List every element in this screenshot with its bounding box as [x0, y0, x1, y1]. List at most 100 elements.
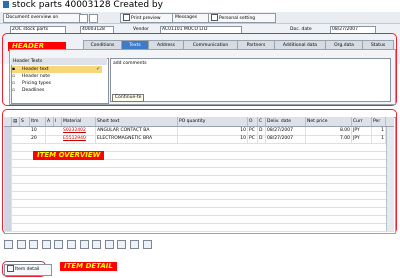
row-selector[interactable] — [4, 175, 12, 183]
row-selector[interactable] — [4, 135, 12, 143]
cell-short-text[interactable]: ELECTROMAGNETIC BRA — [96, 135, 178, 143]
other-po-icon[interactable] — [89, 14, 98, 23]
tab-communication-label: Communication — [192, 43, 229, 48]
items-table-body: 10 S0232402 ANGULAR CONTACT BA 10 PC D 0… — [4, 127, 394, 232]
items-table-header: ▤ S Itm A I Material Short text PO quant… — [4, 117, 394, 127]
sort-asc-icon[interactable] — [79, 240, 89, 249]
tab-partners-label: Partners — [246, 43, 266, 48]
print-preview-label: Print preview — [131, 16, 161, 21]
continue-text-label: Continue-te — [115, 95, 142, 100]
tree-item-header-text[interactable]: ▪ Header text ✔ — [12, 66, 102, 73]
cell-short-text[interactable]: ANGULAR CONTACT BA — [96, 127, 178, 135]
cell-material[interactable]: E5512940 — [62, 135, 96, 143]
cell-deliv-date[interactable]: 08/27/2007 — [266, 135, 306, 143]
row-selector[interactable] — [4, 159, 12, 167]
tab-org-data-label: Org.data — [334, 43, 354, 48]
cell-o[interactable]: PC — [248, 135, 258, 143]
col-curr[interactable]: Curr — [352, 117, 372, 126]
col-itm[interactable]: Itm — [30, 117, 46, 126]
tree-item-deadlines[interactable]: ▫ Deadlines — [12, 87, 102, 94]
col-deliv-date[interactable]: Deliv. date — [266, 117, 306, 126]
col-c[interactable]: C — [258, 117, 266, 126]
sum-icon[interactable] — [117, 240, 127, 249]
tree-item-deadlines-label: Deadlines — [22, 88, 45, 93]
check-icon: ✔ — [96, 67, 100, 72]
sort-desc-icon[interactable] — [92, 240, 102, 249]
cell-curr[interactable]: JPY — [352, 127, 372, 135]
layout-icon[interactable] — [129, 240, 139, 249]
messages-label: Messages — [175, 15, 198, 20]
row-selector[interactable] — [4, 191, 12, 199]
cell-c[interactable]: D — [258, 135, 266, 143]
vertical-scrollbar[interactable] — [386, 127, 394, 231]
tree-item-header-text-label: Header text — [22, 67, 49, 72]
row-selector[interactable] — [4, 143, 12, 151]
cell-po-quantity[interactable]: 10 — [178, 135, 248, 143]
export-icon[interactable] — [142, 240, 152, 249]
cell-per[interactable]: 1 — [372, 135, 386, 143]
detail-icon — [7, 265, 14, 272]
row-selector[interactable] — [4, 167, 12, 175]
tree-item-pricing-types[interactable]: ▫ Pricing types — [12, 80, 102, 87]
details-icon[interactable] — [4, 240, 13, 249]
row-selector[interactable] — [4, 199, 12, 207]
col-po-quantity[interactable]: PO quantity — [178, 117, 248, 126]
tree-item-pricing-types-label: Pricing types — [22, 81, 51, 86]
continue-text-button[interactable]: Continue-te — [112, 94, 145, 102]
row-selector[interactable] — [4, 215, 12, 223]
doc-date-value: 08/27/2007 — [332, 27, 358, 32]
messages-button[interactable]: Messages — [172, 13, 210, 23]
col-short-text[interactable]: Short text — [96, 117, 178, 126]
filter-icon[interactable] — [104, 240, 114, 249]
col-i[interactable]: I — [54, 117, 62, 126]
print-preview-button[interactable]: Print preview — [120, 13, 174, 23]
cell-po-quantity[interactable]: 10 — [178, 127, 248, 135]
cell-material[interactable]: S0232402 — [62, 127, 96, 135]
cell-net-price[interactable]: 7.00 — [306, 135, 352, 143]
personal-setting-label: Personal setting — [219, 16, 256, 21]
item-overview-annotation: ITEM OVERVIEW — [33, 151, 105, 160]
header-text-editor[interactable]: add comments — [110, 58, 391, 102]
cell-c[interactable]: D — [258, 127, 266, 135]
add-icon[interactable] — [16, 240, 26, 249]
row-selector[interactable] — [4, 223, 12, 231]
display-change-icon[interactable] — [79, 14, 88, 23]
app-icon — [3, 1, 9, 8]
deselect-icon[interactable] — [66, 240, 76, 249]
cell-itm[interactable]: 20 — [30, 135, 46, 143]
doc-date-label: Doc. date — [290, 27, 312, 32]
application-toolbar: Document overview on Print preview Messa… — [0, 12, 400, 24]
col-material[interactable]: Material — [62, 117, 96, 126]
window-title: stock parts 40003128 Created by — [3, 0, 163, 11]
personal-setting-button[interactable]: Personal setting — [208, 13, 276, 23]
row-selector[interactable] — [4, 151, 12, 159]
row-selector[interactable] — [4, 183, 12, 191]
tab-additional-data-label: Additional data — [282, 43, 318, 48]
select-all-cell[interactable] — [4, 117, 12, 126]
vendor-value: AC01101 MOCO LTD — [162, 27, 208, 32]
cell-deliv-date[interactable]: 08/27/2007 — [266, 127, 306, 135]
tree-item-header-note[interactable]: ▫ Header note — [12, 73, 102, 80]
col-o[interactable]: O — [248, 117, 258, 126]
cell-net-price[interactable]: 8.00 — [306, 127, 352, 135]
cell-o[interactable]: PC — [248, 127, 258, 135]
delete-icon[interactable] — [41, 240, 51, 249]
tree-item-header-note-label: Header note — [22, 74, 50, 79]
col-net-price[interactable]: Net price — [306, 117, 352, 126]
cell-curr[interactable]: JPY — [352, 135, 372, 143]
document-overview-label: Document overview on — [6, 15, 59, 20]
col-per[interactable]: Per — [372, 117, 386, 126]
document-overview-button[interactable]: Document overview on — [3, 13, 81, 23]
select-all-icon[interactable] — [54, 240, 64, 249]
cell-per[interactable]: 1 — [372, 127, 386, 135]
copy-icon[interactable] — [29, 240, 39, 249]
col-status: ▤ — [12, 117, 20, 126]
col-s: S — [20, 117, 30, 126]
row-selector[interactable] — [4, 207, 12, 215]
cell-itm[interactable]: 10 — [30, 127, 46, 135]
tab-status-label: Status — [370, 43, 386, 48]
row-selector[interactable] — [4, 127, 12, 135]
table-row[interactable] — [4, 223, 394, 232]
item-detail-button[interactable]: Item detail — [4, 264, 52, 276]
col-a[interactable]: A — [46, 117, 54, 126]
